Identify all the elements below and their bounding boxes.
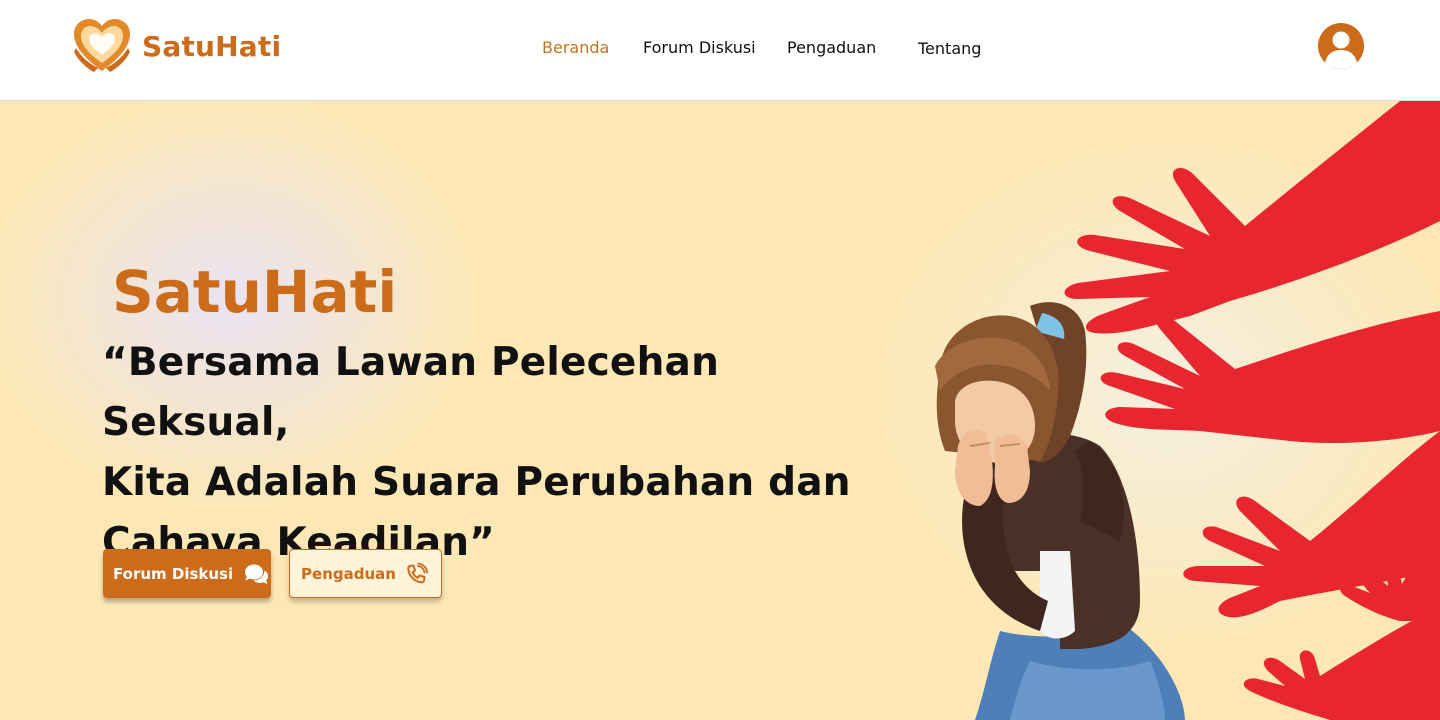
phone-call-icon <box>407 562 429 583</box>
hero-quote: “Bersama Lawan Pelecehan Seksual, Kita A… <box>102 333 882 573</box>
forum-diskusi-button-label: Forum Diskusi <box>113 564 234 583</box>
nav-link-pengaduan[interactable]: Pengaduan <box>787 38 876 57</box>
profile-button[interactable] <box>1318 23 1364 69</box>
user-circle-icon <box>1325 31 1357 69</box>
hero-title: SatuHati <box>112 258 398 326</box>
pengaduan-button[interactable]: Pengaduan <box>289 549 442 598</box>
hero-quote-line: Kita Adalah Suara Perubahan dan <box>102 460 851 505</box>
heart-hands-logo-icon <box>74 19 130 72</box>
chat-bubbles-icon <box>245 564 269 584</box>
hero-quote-line: “Bersama Lawan Pelecehan Seksual, <box>102 340 720 445</box>
nav-link-beranda[interactable]: Beranda <box>542 38 609 57</box>
navbar: SatuHati Beranda Forum Diskusi Pengaduan… <box>0 0 1440 101</box>
hero-section: SatuHati “Bersama Lawan Pelecehan Seksua… <box>0 101 1440 720</box>
nav-link-forum-diskusi[interactable]: Forum Diskusi <box>643 38 756 57</box>
nav-link-tentang[interactable]: Tentang <box>918 39 981 58</box>
brand-name: SatuHati <box>142 29 282 63</box>
pengaduan-button-label: Pengaduan <box>301 564 396 583</box>
brand[interactable]: SatuHati <box>72 18 281 74</box>
forum-diskusi-button[interactable]: Forum Diskusi <box>103 549 271 598</box>
